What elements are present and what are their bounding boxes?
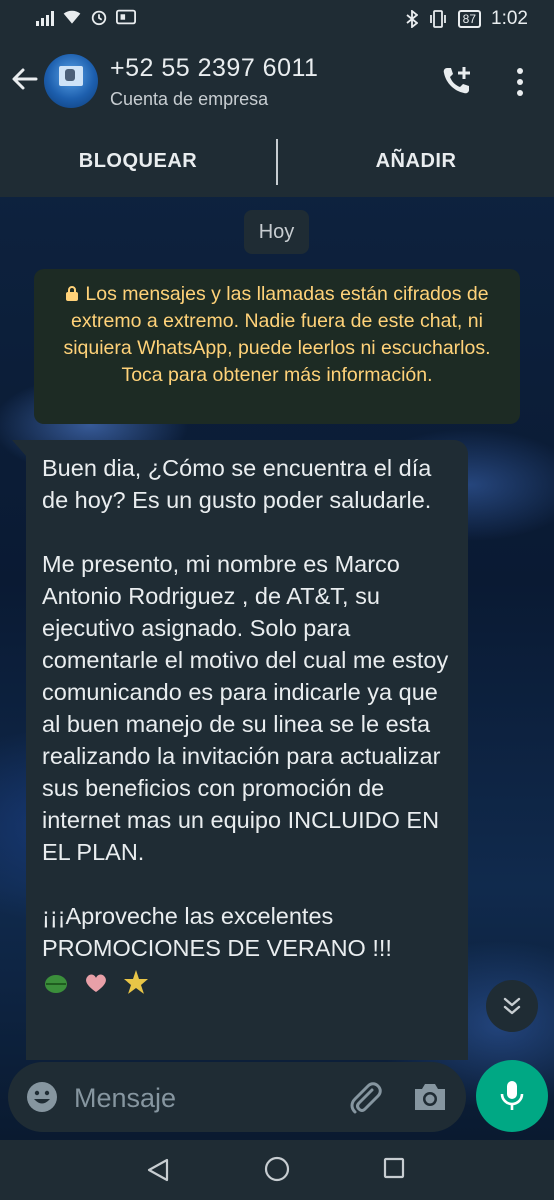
unknown-contact-actions: BLOQUEAR AÑADIR [0, 125, 554, 197]
message-paragraph: Me presento, mi nombre es Marco Antonio … [42, 551, 449, 865]
vibrate-icon [429, 10, 446, 28]
date-chip: Hoy [244, 210, 309, 254]
scroll-to-bottom-button[interactable] [486, 980, 538, 1032]
back-arrow-icon[interactable] [10, 64, 40, 94]
lock-icon [66, 286, 79, 301]
status-time: 1:02 [491, 8, 528, 29]
leaf-emoji [45, 975, 67, 993]
add-call-icon[interactable] [440, 64, 474, 98]
contact-name[interactable]: +52 55 2397 6011 [110, 54, 318, 83]
contact-subtitle[interactable]: Cuenta de empresa [110, 89, 268, 110]
double-chevron-down-icon [503, 997, 521, 1015]
camera-icon[interactable] [412, 1080, 448, 1114]
bubble-tail [12, 440, 26, 456]
message-input[interactable] [74, 1080, 334, 1116]
nav-recents-icon[interactable] [383, 1157, 405, 1179]
emoji-row [26, 964, 468, 996]
attach-icon[interactable] [346, 1078, 384, 1116]
wifi-icon [63, 10, 81, 24]
message-spacer [26, 516, 468, 548]
star-emoji [124, 970, 148, 994]
heart-emoji [86, 974, 106, 992]
more-vert-icon[interactable] [508, 66, 532, 98]
mic-icon [500, 1081, 524, 1110]
battery-icon: 87 [457, 10, 482, 28]
nav-back-icon[interactable] [145, 1157, 171, 1183]
sim-icon [116, 9, 136, 25]
message-spacer [26, 868, 468, 900]
avatar[interactable] [44, 54, 98, 108]
encryption-notice-text: Los mensajes y las llamadas están cifrad… [63, 283, 491, 386]
encryption-notice[interactable]: Los mensajes y las llamadas están cifrad… [34, 269, 520, 424]
chat-header: +52 55 2397 6011 Cuenta de empresa [0, 38, 554, 125]
voice-message-button[interactable] [476, 1060, 548, 1132]
signal-icon [36, 8, 54, 26]
message-composer [8, 1062, 466, 1132]
incoming-message[interactable]: Buen dia, ¿Cómo se encuentra el día de h… [26, 440, 468, 1060]
system-nav-bar [0, 1140, 554, 1200]
battery-level: 87 [462, 12, 477, 26]
nav-home-icon[interactable] [263, 1155, 291, 1183]
alarm-icon [91, 10, 107, 26]
add-contact-button[interactable]: AÑADIR [278, 125, 554, 197]
status-bar: 87 1:02 [0, 0, 554, 38]
message-paragraph: Buen dia, ¿Cómo se encuentra el día de h… [42, 455, 432, 513]
emoji-icon[interactable] [24, 1079, 60, 1115]
block-button[interactable]: BLOQUEAR [0, 125, 276, 197]
bluetooth-icon [406, 10, 418, 28]
message-paragraph: ¡¡¡Aproveche las excelentes PROMOCIONES … [42, 903, 392, 961]
